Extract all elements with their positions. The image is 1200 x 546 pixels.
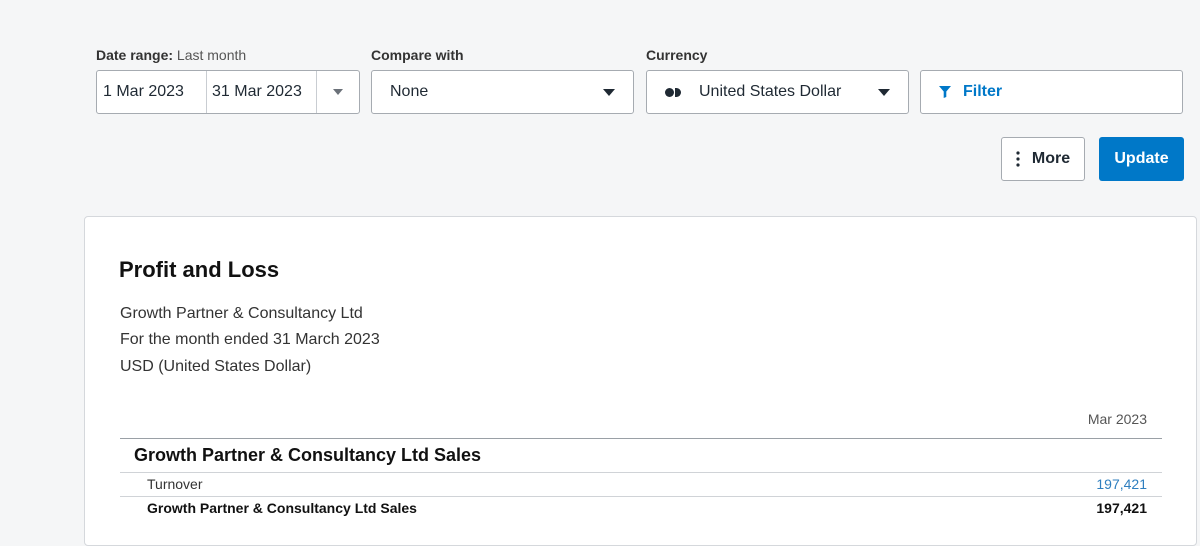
currency-icon [665,87,681,97]
currency-value: United States Dollar [699,83,842,100]
currency-label: Currency [646,47,708,63]
report-currency: USD (United States Dollar) [120,358,312,375]
update-button[interactable]: Update [1099,137,1184,181]
date-range-dropdown-button[interactable] [317,71,359,113]
report-title: Profit and Loss [119,257,280,282]
compare-label: Compare with [371,47,464,63]
divider [120,438,1162,439]
filter-label: Filter [963,83,1003,100]
section-title: Growth Partner & Consultancy Ltd Sales [134,445,482,465]
filter-button[interactable]: Filter [920,70,1183,114]
column-header-mar-2023: Mar 2023 [1087,411,1147,427]
compare-value: None [390,83,429,100]
divider [120,472,1162,473]
compare-select[interactable]: None [371,70,634,114]
end-date-value: 31 Mar 2023 [212,83,302,100]
start-date-value: 1 Mar 2023 [103,83,184,100]
section-total-value: 197,421 [1096,500,1147,516]
chevron-down-icon [333,89,343,95]
date-range-picker: 1 Mar 2023 31 Mar 2023 [96,70,360,114]
section-total-label: Growth Partner & Consultancy Ltd Sales [147,500,417,516]
end-date-field[interactable]: 31 Mar 2023 [207,71,317,113]
row-value-turnover-link[interactable]: 197,421 [1096,476,1147,492]
divider [120,496,1162,497]
currency-select[interactable]: United States Dollar [646,70,909,114]
report-period: For the month ended 31 March 2023 [120,331,380,348]
filter-icon [939,86,951,98]
start-date-field[interactable]: 1 Mar 2023 [97,71,207,113]
kebab-icon [1016,151,1020,167]
update-label: Update [1114,150,1169,167]
row-label-turnover: Turnover [147,476,203,492]
report-organisation: Growth Partner & Consultancy Ltd [120,305,363,322]
report-card: Profit and Loss Growth Partner & Consult… [84,216,1197,546]
chevron-down-icon [878,88,890,96]
chevron-down-icon [603,88,615,96]
more-button[interactable]: More [1001,137,1085,181]
date-range-label: Date range: Last month [96,47,246,63]
date-range-label-text: Date range: [96,47,174,63]
more-label: More [1031,150,1071,167]
date-range-preset: Last month [176,47,247,63]
